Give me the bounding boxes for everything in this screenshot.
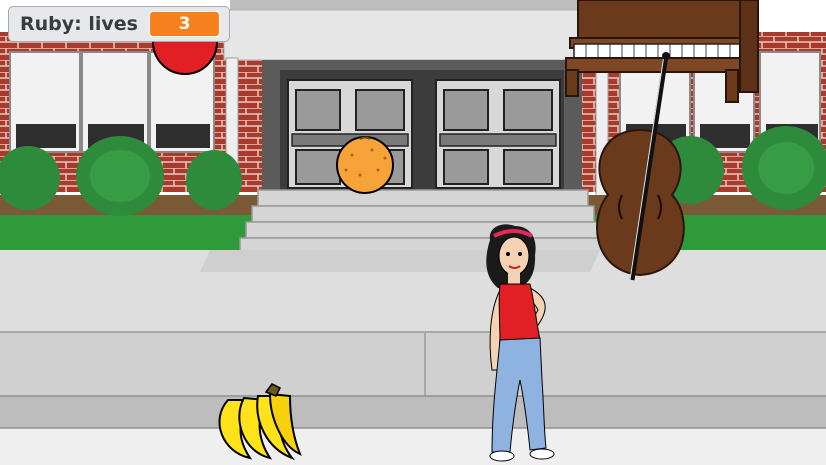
lives-value: 3 [149,11,220,37]
game-stage[interactable]: Ruby: lives 3 [0,0,826,465]
lives-label: Ruby: lives [20,13,138,35]
orange-sprite[interactable] [336,136,394,194]
entrance-steps [239,189,605,257]
lives-variable-monitor: Ruby: lives 3 [8,6,230,42]
scene-backdrop [0,0,826,465]
sidewalk [0,250,826,465]
